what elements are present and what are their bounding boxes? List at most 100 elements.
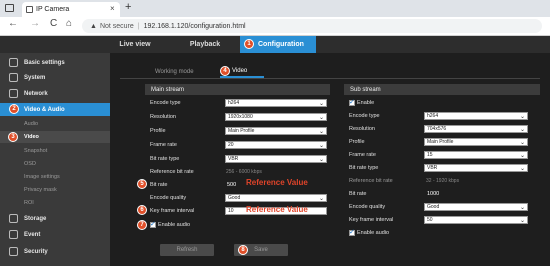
browser-tab[interactable]: IP Camera × — [22, 2, 120, 17]
sub-keyframe-select[interactable]: 50 ⌄ — [424, 216, 528, 224]
sidebar-subitem-roi[interactable]: ROI — [0, 197, 110, 208]
reload-icon[interactable]: C — [50, 18, 57, 29]
chevron-down-icon: ⌄ — [519, 140, 525, 146]
chevron-down-icon: ⌄ — [519, 205, 525, 211]
sub-encode-type-label: Encode type — [349, 112, 380, 119]
security-icon — [9, 247, 18, 256]
step-marker-8: 8 — [238, 245, 248, 255]
main-bit-rate-type-label: Bit rate type — [150, 155, 180, 162]
sub-resolution-select[interactable]: 704x576 ⌄ — [424, 125, 528, 133]
sidebar-item-system[interactable]: System — [0, 71, 110, 84]
select-value: h264 — [427, 113, 439, 119]
sub-quality-select[interactable]: Good ⌄ — [424, 203, 528, 211]
nav-live-view[interactable]: Live view — [110, 36, 160, 53]
chevron-down-icon: ⌄ — [519, 153, 525, 159]
sub-frame-rate-select[interactable]: 15 ⌄ — [424, 151, 528, 159]
sub-quality-label: Encode quality — [349, 203, 386, 210]
input-value: 10 — [228, 208, 234, 214]
home-icon[interactable]: ⌂ — [66, 18, 72, 29]
window-menu-icon[interactable] — [5, 4, 14, 12]
select-value: Main Profile — [427, 139, 454, 145]
back-icon[interactable]: ← — [8, 18, 18, 29]
sidebar-item-network[interactable]: Network — [0, 87, 110, 100]
chevron-down-icon: ⌄ — [318, 143, 324, 149]
chevron-down-icon: ⌄ — [318, 115, 324, 121]
sidebar-subitem-image-settings[interactable]: Image settings — [0, 171, 110, 182]
sub-enable-checkbox[interactable] — [349, 98, 355, 106]
chevron-down-icon: ⌄ — [519, 114, 525, 120]
main-quality-label: Encode quality — [150, 194, 187, 201]
warning-icon: ▲ — [90, 22, 97, 30]
sidebar-item-label: Event — [24, 231, 41, 238]
sub-enable-label: Enable — [357, 99, 375, 106]
sub-bitrate-value[interactable]: 1000 — [427, 189, 439, 198]
nav-configuration-label: Configuration — [258, 41, 304, 48]
sub-keyframe-label: Key frame interval — [349, 216, 394, 223]
event-icon — [9, 230, 18, 239]
select-value: Main Profile — [228, 128, 255, 134]
sub-resolution-label: Resolution — [349, 125, 375, 132]
sidebar-subitem-osd[interactable]: OSD — [0, 158, 110, 169]
sub-profile-select[interactable]: Main Profile ⌄ — [424, 138, 528, 146]
main-bitrate-value[interactable]: 500 — [227, 180, 236, 189]
main-keyframe-label: Key frame interval — [150, 207, 195, 214]
chevron-down-icon: ⌄ — [519, 127, 525, 133]
step-marker-6: 6 — [137, 205, 147, 215]
sub-bit-rate-type-select[interactable]: VBR ⌄ — [424, 164, 528, 172]
main-quality-select[interactable]: Good ⌄ — [225, 194, 327, 202]
sidebar-item-label: Security — [24, 248, 48, 255]
refresh-button[interactable]: Refresh — [160, 244, 214, 256]
main-enable-audio-label: Enable audio — [158, 221, 191, 228]
tab-working-mode[interactable]: Working mode — [155, 66, 201, 78]
sub-encode-type-select[interactable]: h264 ⌄ — [424, 112, 528, 120]
sub-ref-bitrate-label: Reference bit rate — [349, 177, 393, 184]
step-marker-4: 4 — [220, 66, 230, 76]
main-ref-bitrate-label: Reference bit rate — [150, 168, 194, 175]
main-profile-select[interactable]: Main Profile ⌄ — [225, 127, 327, 135]
sidebar-item-storage[interactable]: Storage — [0, 212, 110, 225]
sidebar-item-security[interactable]: Security — [0, 245, 110, 258]
sub-bitrate-label: Bit rate — [349, 190, 367, 197]
close-tab-icon[interactable]: × — [110, 4, 115, 13]
sub-profile-label: Profile — [349, 138, 365, 145]
sidebar-subitem-privacy-mask[interactable]: Privacy mask — [0, 184, 110, 195]
select-value: 50 — [427, 217, 433, 223]
main-resolution-select[interactable]: 1920x1080 ⌄ — [225, 113, 327, 121]
sidebar-item-label: Basic settings — [24, 59, 65, 66]
select-value: VBR — [228, 156, 239, 162]
main-frame-rate-select[interactable]: 20 ⌄ — [225, 141, 327, 149]
main-resolution-label: Resolution — [150, 113, 176, 120]
page-icon — [26, 6, 33, 13]
tab-title: IP Camera — [36, 6, 70, 13]
main-profile-label: Profile — [150, 127, 166, 134]
step-marker-7: 7 — [137, 220, 147, 230]
reference-value-annotation: Reference Value — [246, 205, 308, 214]
main-enable-audio-checkbox[interactable] — [150, 220, 156, 228]
storage-icon — [9, 214, 18, 223]
url-field[interactable]: ▲ Not secure | 192.168.1.120/configurati… — [82, 19, 542, 33]
main-bit-rate-type-select[interactable]: VBR ⌄ — [225, 155, 327, 163]
sidebar-item-label: Network — [24, 90, 48, 97]
step-marker-5: 5 — [137, 179, 147, 189]
new-tab-button[interactable]: + — [125, 1, 131, 13]
system-icon — [9, 73, 18, 82]
main-encode-type-select[interactable]: h264 ⌄ — [225, 99, 327, 107]
sidebar-item-basic-settings[interactable]: Basic settings — [0, 56, 110, 69]
sidebar-item-label: Video & Audio — [24, 106, 65, 113]
sidebar-subitem-audio[interactable]: Audio — [0, 118, 110, 129]
main-ref-bitrate-hint: 256 - 6000 kbps — [226, 168, 262, 175]
step-marker-3: 3 — [8, 132, 18, 142]
chevron-down-icon: ⌄ — [519, 166, 525, 172]
sidebar-subitem-snapshot[interactable]: Snapshot — [0, 145, 110, 156]
sidebar-item-event[interactable]: Event — [0, 228, 110, 241]
sub-bit-rate-type-label: Bit rate type — [349, 164, 379, 171]
tab-video-label: Video — [232, 68, 248, 74]
nav-playback[interactable]: Playback — [180, 36, 230, 53]
sub-enable-audio-checkbox[interactable] — [349, 228, 355, 236]
select-value: h264 — [228, 100, 240, 106]
sub-enable-audio-label: Enable audio — [357, 229, 390, 236]
main-frame-rate-label: Frame rate — [150, 141, 177, 148]
sub-stream-header: Sub stream — [344, 84, 540, 95]
forward-icon[interactable]: → — [30, 18, 40, 29]
step-marker-1: 1 — [244, 39, 254, 49]
